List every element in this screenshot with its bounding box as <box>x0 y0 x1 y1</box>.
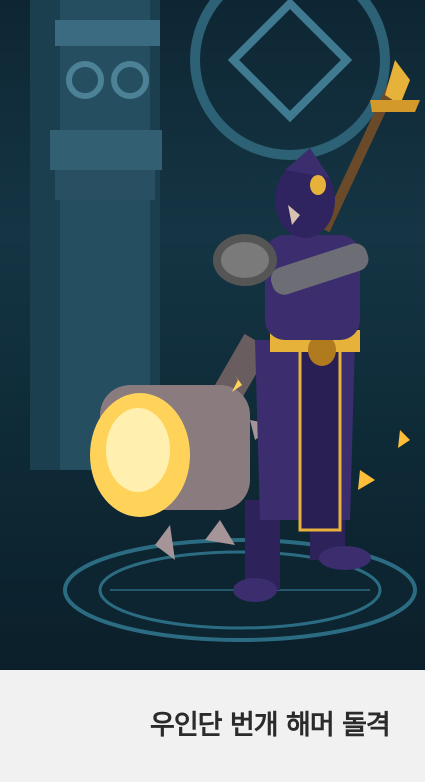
skill-caption: 우인단 번개 해머 돌격 <box>150 710 391 741</box>
artwork-illustration <box>30 0 420 642</box>
character-artwork <box>0 0 425 670</box>
background-emblem <box>190 0 390 160</box>
